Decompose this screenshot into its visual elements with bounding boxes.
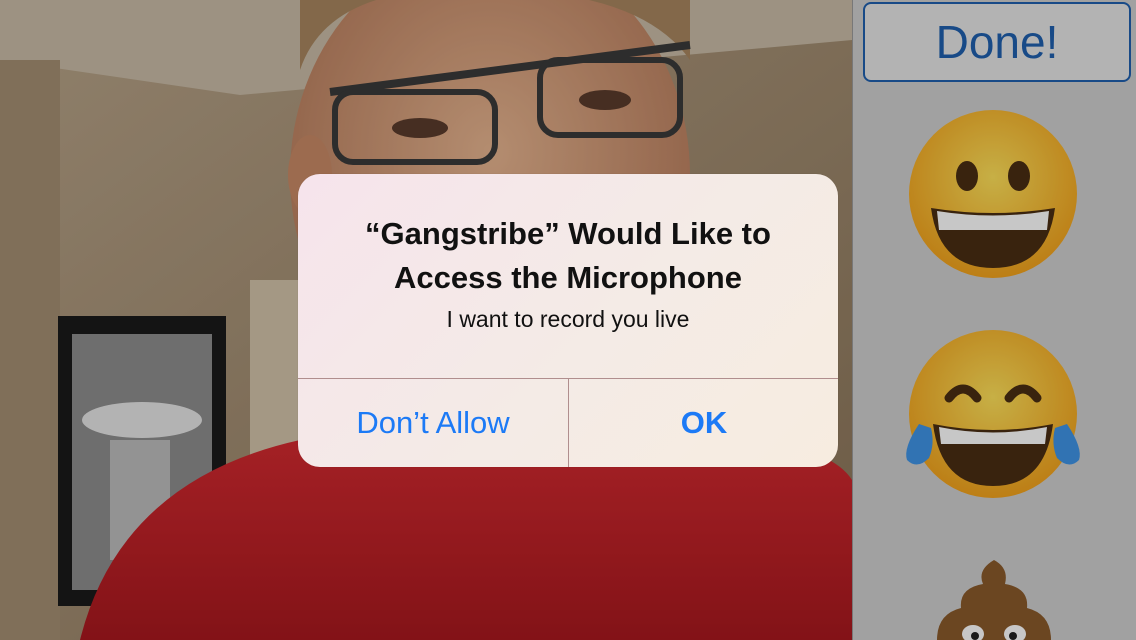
alert-title-line-1: “Gangstribe” Would Like to [365, 216, 771, 251]
app-screen: Done! “Gangstribe” Would Like to Access … [0, 0, 1136, 640]
alert-message: I want to record you live [446, 306, 690, 332]
ok-button[interactable]: OK [569, 379, 838, 467]
microphone-permission-alert: “Gangstribe” Would Like to Access the Mi… [298, 174, 838, 467]
dont-allow-button[interactable]: Don’t Allow [298, 379, 568, 467]
alert-title: “Gangstribe” Would Like to Access the Mi… [318, 212, 818, 300]
alert-title-line-2: Access the Microphone [394, 260, 742, 295]
